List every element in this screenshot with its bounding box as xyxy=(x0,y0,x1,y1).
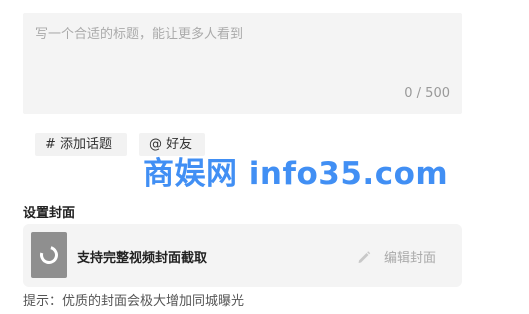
cover-heading: 设置封面 xyxy=(23,206,76,221)
title-box: 0 / 500 xyxy=(23,13,462,114)
cover-row: 支持完整视频封面截取 编辑封面 xyxy=(23,224,462,287)
edit-cover-button[interactable]: 编辑封面 xyxy=(356,247,436,266)
char-counter: 0 / 500 xyxy=(404,86,450,101)
title-input[interactable] xyxy=(23,13,462,73)
edit-cover-label: 编辑封面 xyxy=(384,251,437,266)
pencil-icon xyxy=(358,250,371,263)
cover-label: 支持完整视频封面截取 xyxy=(77,251,208,266)
loading-spinner-icon xyxy=(36,242,62,268)
add-topic-button[interactable]: # 添加话题 xyxy=(35,133,127,156)
cover-thumbnail[interactable] xyxy=(31,232,67,278)
watermark: 商娱网 info35.com xyxy=(143,156,449,192)
cover-hint: 提示：优质的封面会极大增加同城曝光 xyxy=(23,294,245,309)
